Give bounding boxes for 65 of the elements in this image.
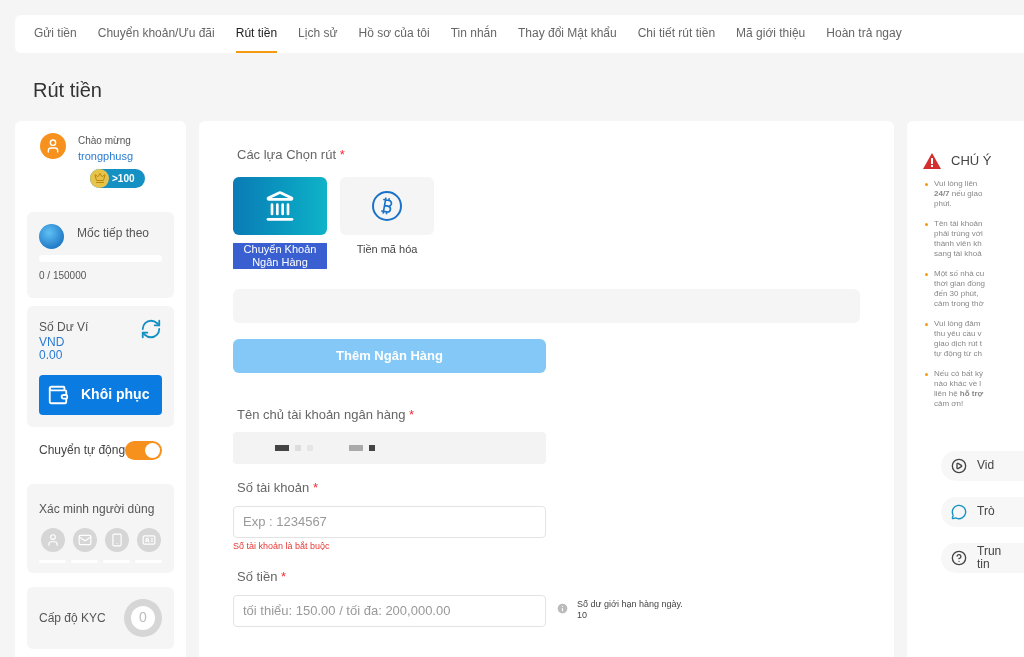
tab[interactable]: Hồ sơ của tôi (358, 15, 430, 53)
bullet-icon (925, 182, 928, 186)
warning-icon (923, 152, 941, 169)
payment-option[interactable] (233, 176, 327, 235)
options-label: Các lựa Chọn rút * (236, 146, 346, 164)
help-link-button[interactable]: Vid (941, 450, 1024, 481)
kyc-level-badge: 0 (124, 598, 162, 637)
restore-button[interactable]: Khôi phục (39, 374, 162, 415)
tab[interactable]: Lịch sử (298, 15, 338, 53)
tab[interactable]: Hoàn trả ngay (826, 15, 902, 53)
tab[interactable]: Gửi tiền (34, 15, 77, 53)
bullet-icon (925, 272, 928, 276)
field-label: Số tiền * (236, 568, 288, 586)
wallet-icon (47, 383, 69, 406)
toggle-switch[interactable] (125, 440, 162, 460)
tab[interactable]: Thay đổi Mật khẩu (517, 15, 617, 53)
bank-icon (264, 189, 296, 222)
coin-icon (39, 223, 64, 249)
question-icon (951, 549, 967, 566)
tab[interactable]: Chuyển khoản/Ưu đãi (97, 15, 215, 53)
balance-text: 0.00 (39, 348, 64, 362)
option-label: Tiền mã hóa (356, 242, 418, 256)
milestone-label: Mốc tiếp theo (77, 224, 150, 242)
tab[interactable]: Mã giới thiệu (736, 15, 806, 53)
error-text: Số tài khoản là bắt buộc (233, 539, 331, 553)
tab[interactable]: Chi tiết rút tiền (637, 15, 716, 53)
page-title: Rút tiền (33, 78, 103, 103)
tab[interactable]: Rút tiền (235, 15, 278, 53)
tab[interactable]: Tin nhắn (450, 15, 497, 53)
notice-text: Một số nhà cu thời gian đồng đến 30 phút, cảm trong thờ (934, 268, 986, 309)
info-icon (556, 601, 569, 615)
verification-label: Xác minh người dùng (39, 501, 155, 516)
notice-text: Vui lòng liên 24/7 nếu giao phút. (934, 178, 983, 209)
option-label: Chuyển Khoản Ngân Hàng (233, 242, 327, 269)
notice-title: CHÚ Ý (951, 152, 992, 170)
crown-icon (93, 172, 106, 184)
input-field[interactable]: Exp : 1234567 (233, 505, 546, 538)
field-label: Số tài khoản * (236, 479, 319, 497)
refresh-icon[interactable] (140, 317, 162, 340)
input-field[interactable]: tối thiểu: 150.00 / tối đa: 200,000.00 (233, 594, 546, 627)
limit-hint-text: Số dư giới hạn hàng ngày. (577, 598, 683, 610)
greeting-text: Chào mừng (78, 134, 132, 148)
bullet-icon (925, 222, 928, 226)
chat-bubble-icon (951, 503, 967, 520)
vip-badge: >100 (90, 168, 145, 188)
milestone-reading: 0 / 150000 (39, 268, 88, 283)
username-text: trongphusg (78, 149, 134, 164)
kyc-label: Cấp độ KYC (39, 609, 106, 627)
auto-transfer-label: Chuyển tự động (39, 442, 126, 459)
notice-text: Vui lòng đảm thu yêu cầu v giao dịch rút t tự động từ ch (934, 318, 983, 359)
limit-hint-text: 10 (577, 609, 588, 621)
masked-name-field[interactable] (233, 432, 546, 464)
notice-text: Tên tài khoản phải trùng với thành viên kh sang tài khoả (934, 218, 983, 259)
avatar-icon (40, 133, 66, 159)
field-label: Tên chủ tài khoản ngân hàng * (236, 405, 416, 424)
play-icon (951, 457, 967, 474)
bitcoin-icon (372, 190, 402, 221)
help-link-button[interactable]: Trun tin (941, 542, 1024, 573)
wallet-label: Số Dư Ví (39, 318, 89, 336)
currency-text: VND (39, 335, 66, 349)
help-link-button[interactable]: Trò (941, 496, 1024, 527)
notice-text: Nếu có bất kỳ nào khác về l liên hệ hỗ trợ cảm ơn! (934, 368, 984, 409)
bullet-icon (925, 322, 928, 326)
payment-option[interactable] (340, 176, 434, 235)
bullet-icon (925, 372, 928, 376)
